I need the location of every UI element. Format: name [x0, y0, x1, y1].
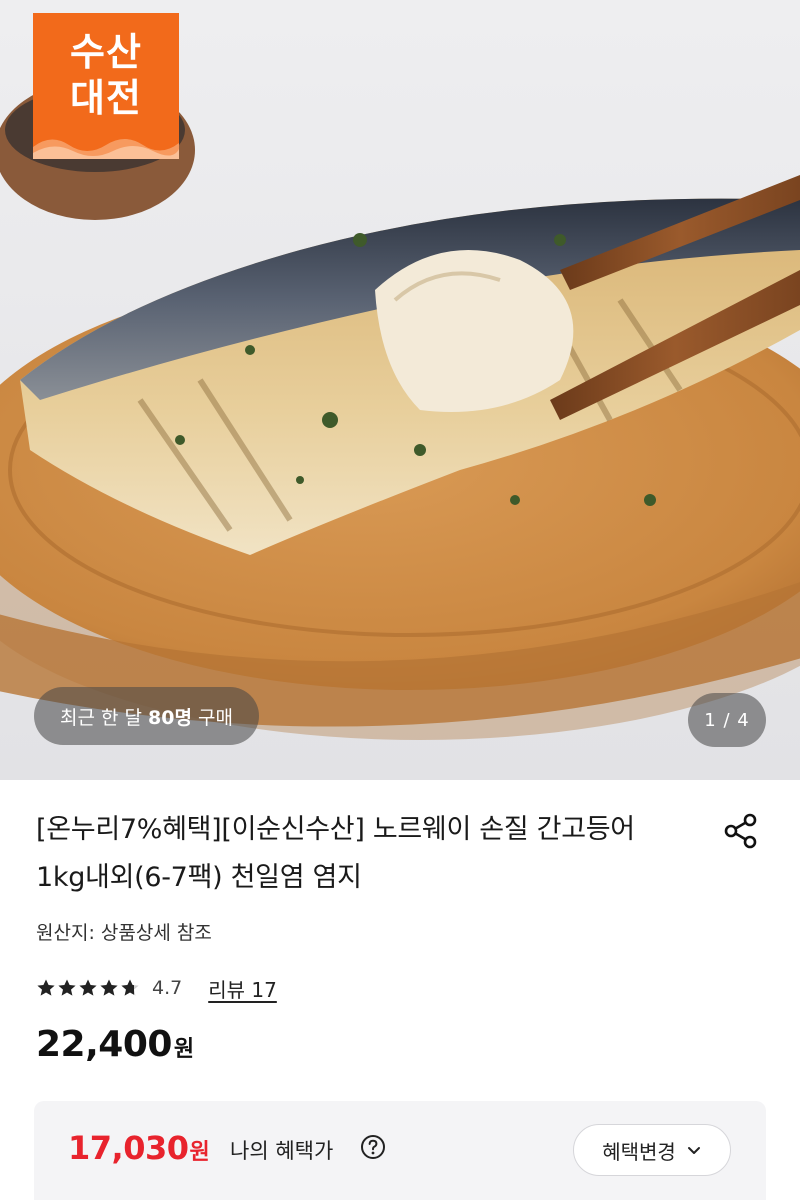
share-icon: [724, 813, 757, 849]
star-icon: [37, 979, 55, 996]
seafood-festival-badge: 수산 대전: [33, 13, 179, 159]
product-title: [온누리7%혜택][이순신수산] 노르웨이 손질 간고등어 1kg내외(6-7팩…: [36, 814, 635, 893]
change-benefit-button[interactable]: 혜택변경: [573, 1124, 731, 1176]
star-icon: [100, 979, 118, 996]
image-counter: 1 / 4: [688, 693, 766, 747]
benefit-price-box: 17,030 원 나의 혜택가 혜택변경: [34, 1101, 766, 1200]
benefit-price-unit: 원: [189, 1140, 210, 1165]
recent-buyers-badge: 최근 한 달 80명 구매: [34, 687, 259, 745]
rating-value: 4.7: [152, 977, 183, 999]
star-icon: [58, 979, 76, 996]
share-button[interactable]: [718, 808, 764, 854]
buyers-suffix: 구매: [191, 706, 233, 729]
badge-line-1: 수산: [70, 30, 142, 74]
help-icon[interactable]: [360, 1134, 386, 1160]
rating-stars: [36, 978, 140, 998]
badge-line-2: 대전: [70, 76, 142, 120]
star-icon-partial: [121, 979, 139, 996]
origin-info: 원산지: 상품상세 참조: [36, 922, 212, 944]
benefit-price: 17,030 원: [68, 1129, 210, 1167]
buyers-prefix: 최근 한 달: [60, 706, 149, 729]
rating-row: 4.7 리뷰 17: [36, 972, 277, 1004]
original-price: 22,400 원: [36, 1024, 194, 1065]
wave-graphic: [33, 139, 179, 159]
benefit-label: 나의 혜택가: [230, 1139, 334, 1163]
buyers-count: 80명: [148, 706, 192, 729]
change-benefit-label: 혜택변경: [602, 1139, 676, 1164]
review-link[interactable]: 리뷰 17: [208, 974, 277, 1003]
benefit-price-value: 17,030: [68, 1129, 189, 1167]
price-unit: 원: [173, 1037, 195, 1062]
chevron-down-icon: [687, 1147, 700, 1154]
product-image-carousel[interactable]: 수산 대전 최근 한 달 80명 구매 1 / 4: [0, 0, 800, 780]
star-icon: [79, 979, 97, 996]
price-value: 22,400: [36, 1024, 172, 1065]
